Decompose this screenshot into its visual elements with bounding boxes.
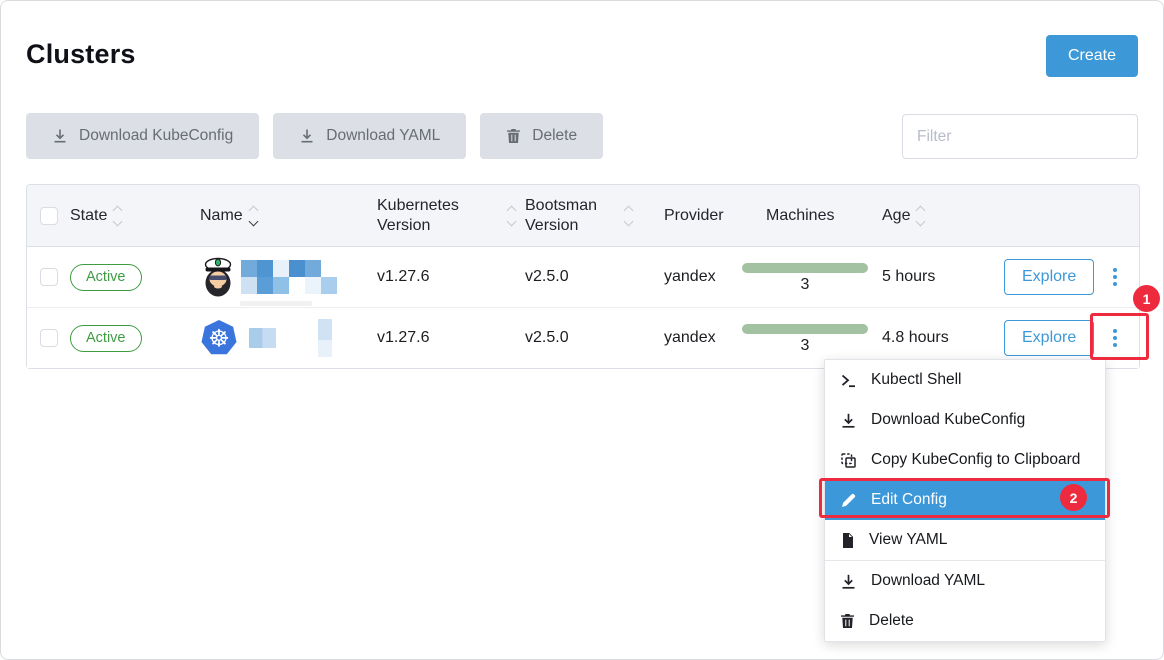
menu-item-label: Delete [869, 612, 914, 630]
machines-bar [742, 324, 868, 334]
shell-icon [840, 372, 857, 389]
captain-avatar [200, 256, 236, 298]
svg-text:☸: ☸ [208, 326, 230, 353]
column-header-state[interactable]: State [70, 206, 200, 225]
column-header-machines: Machines [740, 207, 870, 225]
name-header-label: Name [200, 206, 243, 225]
delete-label: Delete [532, 127, 577, 145]
download-icon [840, 573, 857, 590]
download-kubeconfig-button[interactable]: Download KubeConfig [26, 113, 259, 159]
row-actions-menu-button[interactable] [1107, 323, 1123, 353]
copy-icon [840, 452, 857, 469]
explore-button[interactable]: Explore [1004, 259, 1094, 295]
trash-icon [840, 613, 855, 629]
sort-icon [508, 207, 515, 225]
column-header-name[interactable]: Name [200, 206, 377, 225]
menu-item-label: Download YAML [871, 572, 985, 590]
row-checkbox[interactable] [40, 329, 58, 347]
sort-icon [917, 207, 924, 225]
kubernetes-version-cell: v1.27.6 [377, 268, 525, 286]
state-header-label: State [70, 206, 107, 225]
explore-button[interactable]: Explore [1004, 320, 1094, 356]
menu-item-edit-config[interactable]: Edit Config [825, 480, 1105, 520]
provider-header-label: Provider [664, 207, 724, 225]
status-badge: Active [70, 264, 142, 291]
row-checkbox[interactable] [40, 268, 58, 286]
menu-item-delete[interactable]: Delete [825, 601, 1105, 641]
pencil-icon [840, 492, 857, 509]
download-icon [299, 128, 315, 144]
sort-desc-icon [250, 207, 257, 225]
age-cell: 4.8 hours [870, 329, 982, 347]
download-yaml-label: Download YAML [326, 127, 440, 145]
table-header-row: State Name Kubernetes Version Bootsman V… [27, 185, 1139, 247]
menu-item-view-yaml[interactable]: View YAML [825, 520, 1105, 560]
provider-cell: yandex [642, 268, 740, 286]
filter-input[interactable] [902, 114, 1138, 159]
row-actions-menu-button[interactable] [1107, 262, 1123, 292]
machines-cell: 3 [742, 322, 868, 355]
file-icon [840, 532, 855, 549]
sort-icon [625, 207, 632, 225]
table-row: Active [27, 247, 1139, 308]
bootsman-version-cell: v2.5.0 [525, 268, 642, 286]
create-button[interactable]: Create [1046, 35, 1138, 77]
bootsman-version-cell: v2.5.0 [525, 329, 642, 347]
download-yaml-button[interactable]: Download YAML [273, 113, 466, 159]
kubernetes-version-header-label: Kubernetes Version [377, 196, 473, 234]
machines-cell: 3 [742, 261, 868, 294]
download-icon [840, 412, 857, 429]
menu-item-label: Copy KubeConfig to Clipboard [871, 451, 1080, 469]
page-title: Clusters [26, 39, 136, 70]
menu-item-copy-kubeconfig[interactable]: Copy KubeConfig to Clipboard [825, 440, 1105, 480]
kubernetes-logo: ☸ [200, 319, 238, 357]
bootsman-version-header-label: Bootsman Version [525, 196, 605, 234]
cluster-name-cell[interactable]: ☸ [200, 319, 332, 357]
download-kubeconfig-label: Download KubeConfig [79, 127, 233, 145]
kubernetes-version-cell: v1.27.6 [377, 329, 525, 347]
trash-icon [506, 128, 521, 144]
menu-item-download-yaml[interactable]: Download YAML [825, 561, 1105, 601]
menu-item-label: Kubectl Shell [871, 371, 961, 389]
sort-icon [114, 207, 121, 225]
age-cell: 5 hours [870, 268, 982, 286]
row-actions-dropdown-menu: Kubectl Shell Download KubeConfig Copy K… [824, 359, 1106, 642]
provider-cell: yandex [642, 329, 740, 347]
menu-item-label: Download KubeConfig [871, 411, 1025, 429]
menu-item-kubectl-shell[interactable]: Kubectl Shell [825, 360, 1105, 400]
column-header-kubernetes-version[interactable]: Kubernetes Version [377, 196, 525, 234]
age-header-label: Age [882, 206, 910, 225]
delete-button[interactable]: Delete [480, 113, 603, 159]
menu-item-download-kubeconfig[interactable]: Download KubeConfig [825, 400, 1105, 440]
cluster-name-cell[interactable] [200, 256, 337, 298]
bulk-actions-toolbar: Download KubeConfig Download YAML Delete [26, 113, 603, 159]
status-badge: Active [70, 325, 142, 352]
machines-count: 3 [801, 337, 810, 355]
download-icon [52, 128, 68, 144]
clusters-page: Clusters Create Download KubeConfig Down… [0, 0, 1164, 660]
menu-item-label: View YAML [869, 531, 947, 549]
machines-count: 3 [801, 276, 810, 294]
machines-bar [742, 263, 868, 273]
redacted-cluster-name [243, 319, 332, 357]
redacted-cluster-subtext [240, 301, 312, 306]
clusters-table: State Name Kubernetes Version Bootsman V… [26, 184, 1140, 369]
select-all-checkbox[interactable] [40, 207, 58, 225]
machines-header-label: Machines [766, 207, 834, 225]
menu-item-label: Edit Config [871, 491, 947, 509]
column-header-age[interactable]: Age [870, 206, 982, 225]
column-header-bootsman-version[interactable]: Bootsman Version [525, 196, 642, 234]
redacted-cluster-name [241, 260, 337, 294]
column-header-provider: Provider [642, 207, 740, 225]
